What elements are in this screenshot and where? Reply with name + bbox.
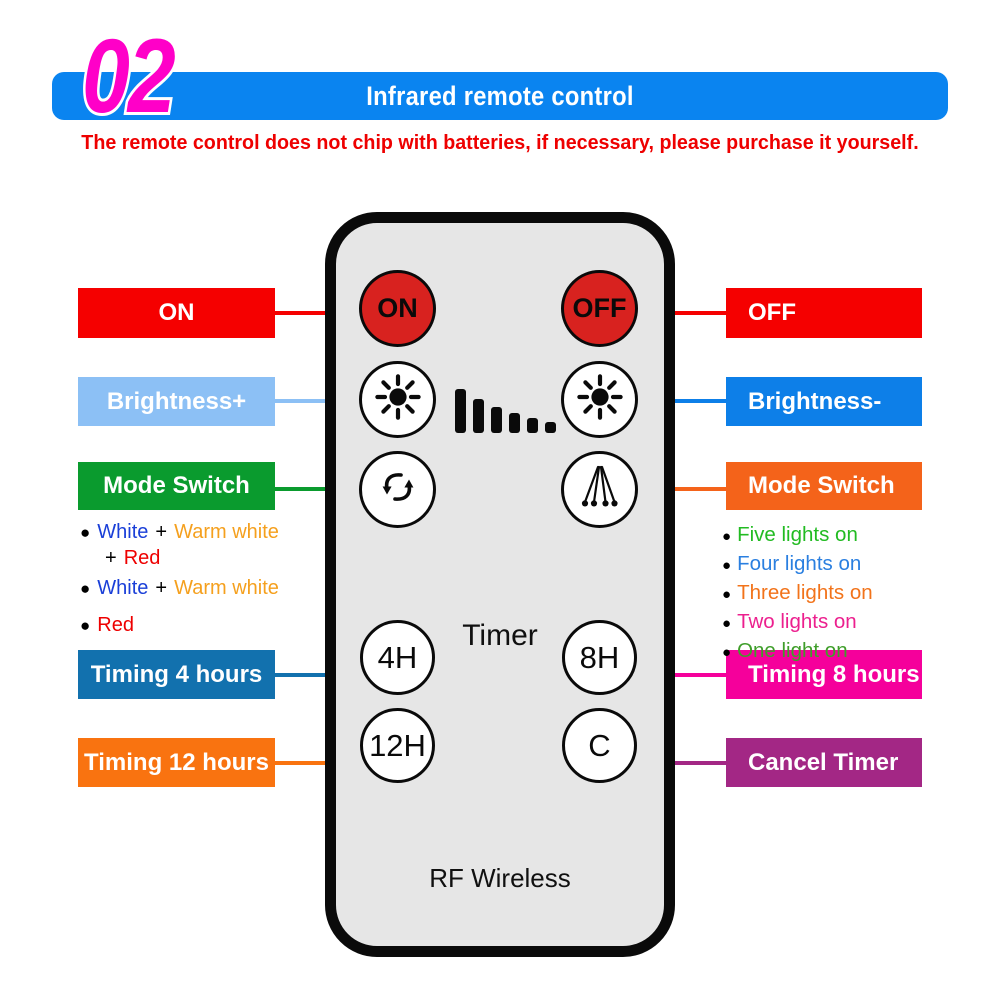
label-timing-12-hours[interactable]: Timing 12 hours — [78, 738, 275, 787]
light-rays-icon — [574, 461, 626, 518]
remote-button-timer-12h-text: 12H — [369, 727, 426, 763]
label-timing-4-hours[interactable]: Timing 4 hours — [78, 650, 275, 699]
remote-control-device: ON OFF Timer 4H 8H 12H C RF Wireless — [325, 212, 675, 957]
brightness-up-sun-icon — [374, 373, 422, 426]
label-off-text: OFF — [748, 299, 796, 326]
brightness-bar — [509, 413, 520, 433]
list-item-text: Two lights on — [737, 610, 857, 634]
brightness-bar — [545, 422, 556, 433]
label-brightness-down[interactable]: Brightness- — [726, 377, 922, 426]
list-item: ● Three lights on — [722, 578, 873, 607]
brightness-bar — [455, 389, 466, 433]
remote-button-mode-left[interactable] — [359, 451, 436, 528]
bullet-icon: ● — [80, 578, 91, 598]
remote-button-mode-right[interactable] — [561, 451, 638, 528]
list-item-text: + — [105, 547, 117, 570]
cycle-arrows-icon — [375, 464, 421, 515]
label-mode-switch-left[interactable]: Mode Switch — [78, 462, 275, 510]
remote-button-on-text: ON — [377, 293, 418, 323]
remote-button-timer-cancel[interactable]: C — [562, 708, 637, 783]
remote-footer-label: RF Wireless — [429, 863, 571, 893]
bullet-icon: ● — [722, 615, 732, 633]
bullet-icon: ● — [80, 616, 91, 636]
header-title: Infrared remote control — [366, 80, 634, 111]
remote-button-timer-4h[interactable]: 4H — [360, 620, 435, 695]
bullet-icon: ● — [722, 586, 732, 604]
list-item: ● Four lights on — [722, 549, 873, 578]
list-item-text: Red — [97, 614, 134, 637]
list-item: ● One light on — [722, 636, 873, 665]
label-brightness-up[interactable]: Brightness+ — [78, 377, 275, 426]
brightness-bar — [491, 407, 502, 433]
bullet-icon: ● — [722, 644, 732, 662]
bullet-icon: ● — [80, 523, 91, 542]
list-item: ● Five lights on — [722, 520, 873, 549]
list-item: ● Two lights on — [722, 607, 873, 636]
header-step-number: 02 — [80, 17, 179, 136]
remote-button-timer-8h-text: 8H — [579, 639, 620, 675]
list-item-text: + — [155, 576, 168, 599]
label-cancel-timer[interactable]: Cancel Timer — [726, 738, 922, 787]
list-item-text: Five lights on — [737, 523, 858, 546]
brightness-down-sun-icon — [576, 373, 624, 426]
list-item-text: + — [155, 521, 168, 543]
remote-button-on[interactable]: ON — [359, 270, 436, 347]
label-brightness-up-text: Brightness+ — [106, 387, 247, 415]
remote-button-timer-cancel-text: C — [588, 727, 611, 763]
remote-button-brightness-down[interactable] — [561, 361, 638, 438]
remote-button-timer-4h-text: 4H — [377, 639, 418, 675]
remote-button-timer-12h[interactable]: 12H — [360, 708, 435, 783]
label-cancel-timer-text: Cancel Timer — [748, 748, 899, 776]
list-item-text: Warm white — [174, 576, 279, 599]
remote-button-brightness-up[interactable] — [359, 361, 436, 438]
label-on-text: ON — [158, 299, 195, 326]
label-off[interactable]: OFF — [726, 288, 922, 338]
list-item-text: Red — [123, 547, 161, 570]
list-item: ● White + Warm white — [80, 575, 279, 601]
list-item: + Red — [80, 545, 279, 571]
remote-button-off-text: OFF — [572, 293, 627, 323]
mode-left-color-list: ● White + Warm white + Red ● White + War… — [80, 519, 279, 639]
brightness-bar — [527, 418, 538, 433]
label-timing-4-hours-text: Timing 4 hours — [90, 660, 263, 688]
list-item-text: Warm white — [174, 521, 279, 543]
remote-button-timer-8h[interactable]: 8H — [562, 620, 637, 695]
label-mode-switch-right[interactable]: Mode Switch — [726, 462, 922, 510]
list-item-text: One light on — [737, 639, 848, 663]
brightness-bar — [473, 399, 484, 433]
label-brightness-down-text: Brightness- — [748, 387, 882, 415]
bullet-icon: ● — [722, 557, 732, 575]
list-item-text: White — [97, 521, 149, 543]
list-item: ● Red — [80, 612, 279, 638]
label-timing-12-hours-text: Timing 12 hours — [84, 748, 269, 776]
list-item: ● White + Warm white — [80, 519, 279, 545]
brightness-level-bars-icon — [455, 365, 567, 433]
header-subtitle: The remote control does not chip with ba… — [81, 131, 919, 154]
list-item-text: Four lights on — [737, 552, 862, 576]
list-item-text: White — [97, 576, 149, 599]
remote-button-off[interactable]: OFF — [561, 270, 638, 347]
infographic-canvas: Infrared remote control 02 The remote co… — [0, 0, 1000, 1000]
list-item-text: Three lights on — [737, 581, 873, 605]
label-mode-switch-right-text: Mode Switch — [748, 472, 895, 499]
label-mode-switch-left-text: Mode Switch — [103, 472, 250, 499]
label-on[interactable]: ON — [78, 288, 275, 338]
bullet-icon: ● — [722, 528, 732, 545]
mode-right-lights-list: ● Five lights on ● Four lights on ● Thre… — [722, 520, 873, 666]
